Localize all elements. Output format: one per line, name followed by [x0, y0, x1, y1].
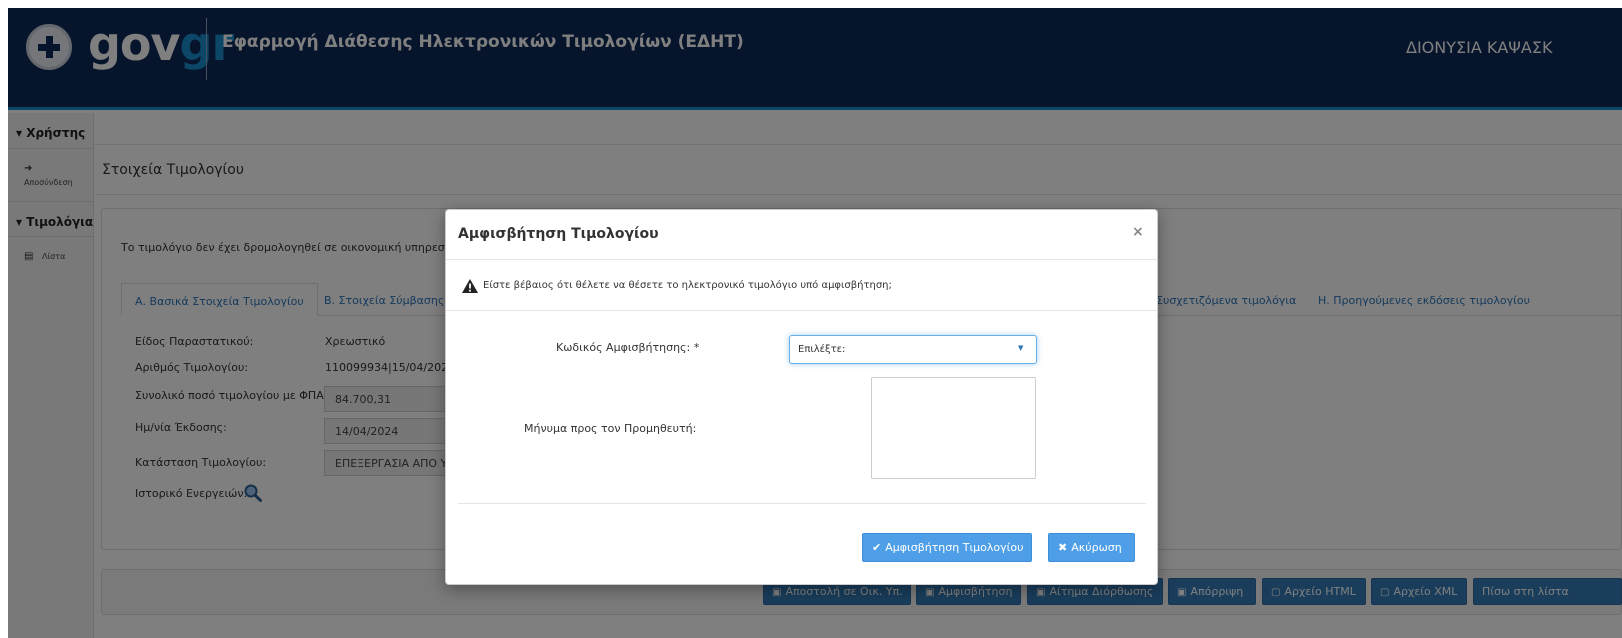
cancel-button[interactable]: ✖ Ακύρωση — [1048, 533, 1135, 562]
check-icon: ✔ — [872, 541, 882, 554]
modal-footer-divider — [458, 503, 1146, 504]
confirm-dispute-button[interactable]: ✔ Αμφισβήτηση Τιμολογίου — [862, 533, 1032, 562]
chevron-down-icon: ▼ — [1018, 344, 1024, 352]
supplier-message-label: Μήνυμα προς τον Προμηθευτή: — [524, 422, 697, 435]
dispute-code-label: Κωδικός Αμφισβήτησης: * — [556, 341, 700, 354]
warning-icon — [462, 279, 478, 293]
modal-title: Αμφισβήτηση Τιμολογίου — [458, 226, 659, 242]
close-icon[interactable]: × — [1132, 224, 1144, 240]
warning-text: Είστε βέβαιος ότι θέλετε να θέσετε το ηλ… — [483, 280, 892, 291]
dispute-code-select[interactable]: Επιλέξτε: ▼ — [789, 335, 1037, 364]
modal-warning-divider — [446, 310, 1157, 311]
supplier-message-field[interactable] — [871, 377, 1036, 479]
dispute-modal: Αμφισβήτηση Τιμολογίου × Είστε βέβαιος ό… — [445, 209, 1158, 585]
modal-header-divider — [446, 259, 1157, 260]
close-icon: ✖ — [1058, 541, 1068, 554]
